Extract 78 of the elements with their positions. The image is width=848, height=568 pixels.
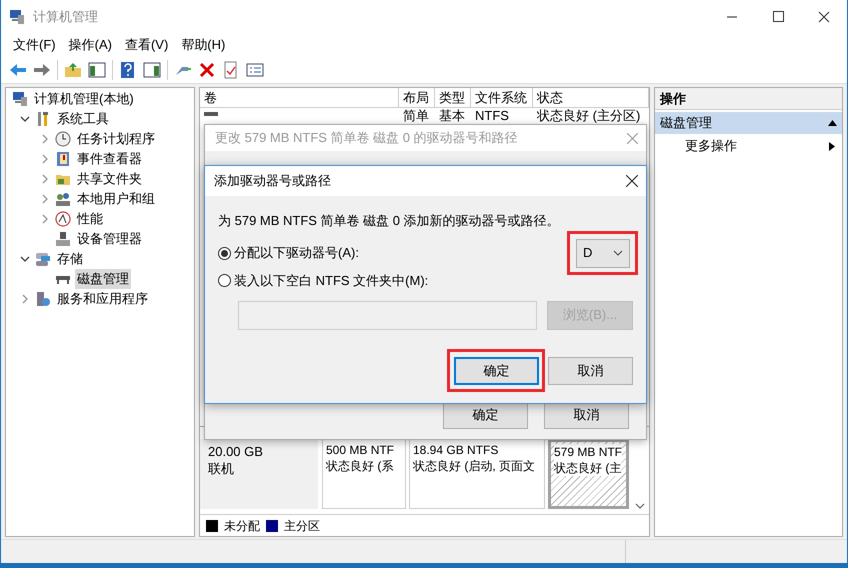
tree-item[interactable]: 设备管理器: [75, 229, 144, 249]
menu-item[interactable]: 帮助(H): [175, 35, 232, 55]
delete-icon[interactable]: [198, 60, 216, 78]
gauge-icon: [55, 211, 71, 227]
disk-size: 20.00 GB: [208, 443, 264, 460]
services-icon: [35, 291, 51, 307]
partition-status: 状态良好 (系: [326, 458, 394, 474]
radio-label[interactable]: 分配以下驱动器号(A):: [234, 243, 359, 263]
column-header[interactable]: 卷: [200, 88, 399, 107]
button[interactable]: 确定: [454, 357, 539, 385]
log-book-icon: [55, 151, 71, 167]
menu-item[interactable]: 查看(V): [118, 35, 174, 55]
tree-item[interactable]: 服务和应用程序: [55, 289, 150, 309]
table-cell-text: 状态良好 (主分区): [536, 108, 642, 124]
table-cell-text: 基本: [438, 108, 466, 124]
table-cell-text: 简单: [402, 108, 430, 124]
tree-item[interactable]: 存储: [55, 249, 85, 269]
column-header[interactable]: 状态: [533, 88, 649, 107]
chevron-down-icon: [613, 250, 623, 256]
chevron-right-icon[interactable]: [40, 174, 50, 184]
folder-up-icon[interactable]: [64, 60, 82, 78]
action-link[interactable]: 更多操作: [685, 136, 829, 156]
partition-block[interactable]: 18.94 GB NTFS 状态良好 (启动, 页面文: [409, 439, 545, 509]
column-header[interactable]: 类型: [435, 88, 471, 107]
window-title: 计算机管理: [33, 8, 98, 26]
computer-icon: [9, 9, 25, 25]
triangle-right-icon[interactable]: [829, 142, 835, 150]
button[interactable]: 取消: [548, 357, 633, 385]
chevron-right-icon[interactable]: [40, 214, 50, 224]
partition-status: 状态良好 (主: [554, 460, 622, 476]
partition-status: 状态良好 (启动, 页面文: [413, 458, 535, 474]
radio-button[interactable]: [218, 274, 231, 287]
radio-label[interactable]: 装入以下空白 NTFS 文件夹中(M):: [234, 270, 428, 290]
table-cell-text: NTFS: [474, 108, 510, 124]
device-icon: [55, 231, 71, 247]
tree-item[interactable]: 计算机管理(本地): [32, 89, 136, 109]
column-header[interactable]: 布局: [399, 88, 435, 107]
action-pane-icon[interactable]: [143, 60, 161, 78]
clock-icon: [55, 131, 71, 147]
actions-section[interactable]: 磁盘管理: [655, 112, 842, 134]
legend-label: 未分配: [224, 518, 260, 534]
tree-item[interactable]: 系统工具: [55, 109, 111, 129]
legend-label: 主分区: [284, 518, 320, 534]
dialog-title: 添加驱动器号或路径: [214, 172, 331, 190]
tools-icon: [35, 111, 51, 127]
tree-item[interactable]: 本地用户和组: [75, 189, 157, 209]
chevron-right-icon[interactable]: [40, 134, 50, 144]
chevron-down-icon[interactable]: [635, 502, 645, 510]
disk-status: 联机: [208, 460, 235, 477]
partition-block[interactable]: 579 MB NTF 状态良好 (主: [548, 439, 629, 509]
users-icon: [55, 191, 71, 207]
column-header[interactable]: 文件系统: [471, 88, 533, 107]
partition-block[interactable]: 500 MB NTF 状态良好 (系: [322, 439, 406, 509]
tree-item[interactable]: 磁盘管理: [75, 269, 131, 289]
tree-item[interactable]: 任务计划程序: [75, 129, 157, 149]
help-icon[interactable]: [119, 60, 137, 78]
dialog-description: 为 579 MB NTFS 简单卷 磁盘 0 添加新的驱动器号或路径。: [218, 212, 561, 230]
storage-icon: [35, 251, 51, 267]
close-icon[interactable]: [626, 175, 638, 187]
list-icon[interactable]: [246, 60, 264, 78]
computer-icon: [12, 91, 28, 107]
tree-item[interactable]: 共享文件夹: [75, 169, 144, 189]
tree-item[interactable]: 性能: [75, 209, 105, 229]
chevron-down-icon[interactable]: [20, 254, 30, 264]
radio-button[interactable]: [218, 246, 231, 260]
partition-size: 579 MB NTF: [554, 444, 622, 460]
menu-item[interactable]: 文件(F): [7, 35, 62, 55]
tree-pane-icon[interactable]: [88, 60, 106, 78]
chevron-right-icon[interactable]: [40, 154, 50, 164]
chevron-right-icon[interactable]: [20, 294, 30, 304]
chevron-down-icon[interactable]: [20, 114, 30, 124]
actions-header: 操作: [655, 88, 842, 110]
triangle-up-icon[interactable]: [828, 120, 837, 126]
chevron-right-icon[interactable]: [40, 194, 50, 204]
drive-letter-dropdown[interactable]: D: [576, 238, 630, 268]
tree-item[interactable]: 事件查看器: [75, 149, 144, 169]
menu-item[interactable]: 操作(A): [62, 35, 118, 55]
dialog-title: 更改 579 MB NTFS 简单卷 磁盘 0 的驱动器号和路径: [215, 129, 518, 148]
